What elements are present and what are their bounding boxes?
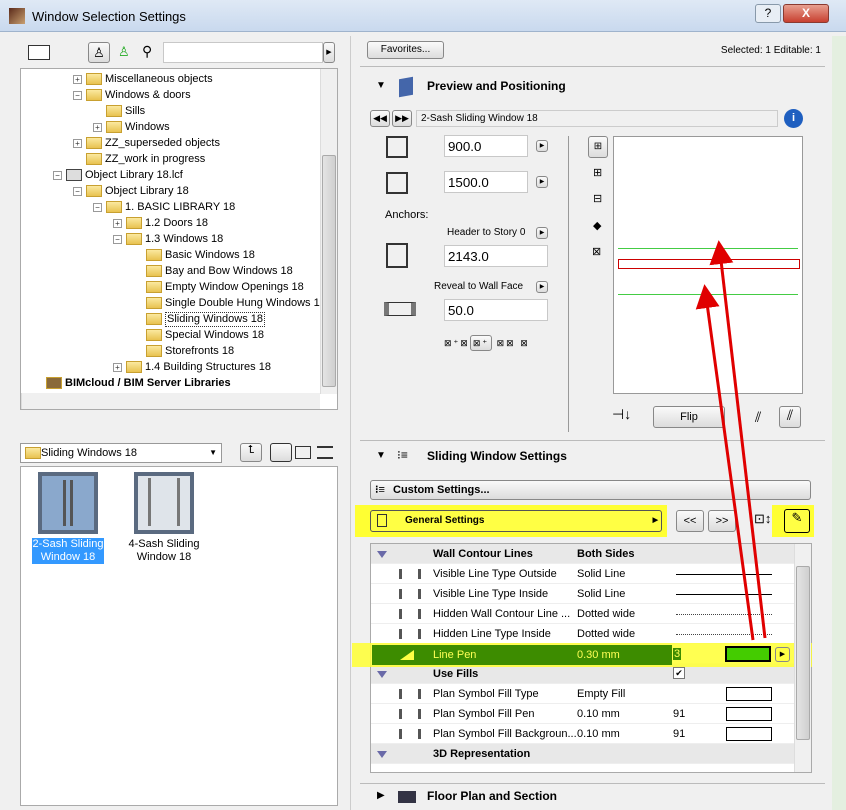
annotation-arrows	[695, 240, 767, 641]
